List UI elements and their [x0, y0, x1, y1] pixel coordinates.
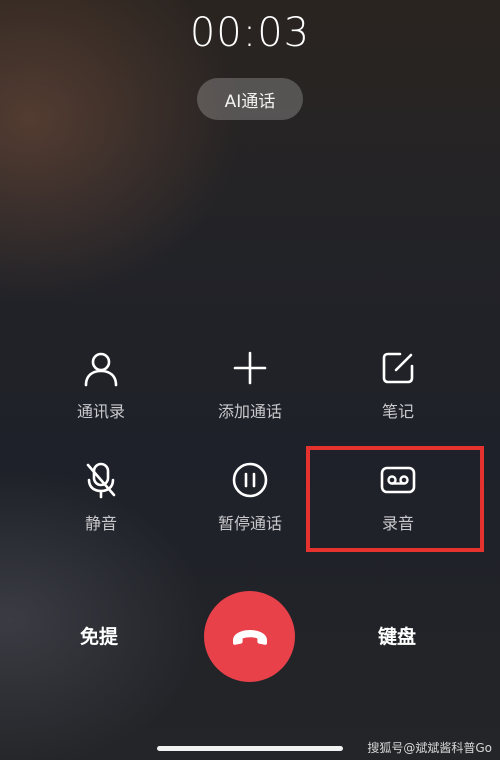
hold-call-label: 暂停通话	[217, 514, 282, 533]
mute-button[interactable]: 静音	[26, 460, 176, 550]
call-timer: 00:03	[189, 10, 311, 56]
contacts-label: 通讯录	[76, 402, 125, 421]
ai-call-button[interactable]: AI通话	[197, 78, 303, 120]
phone-hangup-icon	[232, 629, 267, 645]
hold-call-button[interactable]: 暂停通话	[175, 460, 325, 550]
add-call-label: 添加通话	[217, 402, 282, 421]
watermark: 搜狐号@斌斌酱科普Go	[367, 741, 492, 755]
hang-up-button[interactable]	[204, 591, 295, 682]
notes-label: 笔记	[381, 402, 414, 421]
contacts-button[interactable]: 通讯录	[26, 348, 176, 438]
notes-button[interactable]: 笔记	[323, 348, 473, 438]
mute-label: 静音	[84, 514, 117, 533]
note-edit-icon	[382, 352, 414, 384]
keypad-button[interactable]: 键盘	[378, 622, 416, 649]
add-call-button[interactable]: 添加通话	[175, 348, 325, 438]
contacts-icon	[84, 352, 118, 387]
mic-off-icon	[86, 462, 116, 499]
pause-icon	[232, 462, 268, 498]
speaker-button[interactable]: 免提	[80, 622, 118, 649]
highlight-box	[306, 446, 484, 552]
plus-icon	[233, 351, 267, 385]
home-indicator[interactable]	[157, 746, 343, 751]
